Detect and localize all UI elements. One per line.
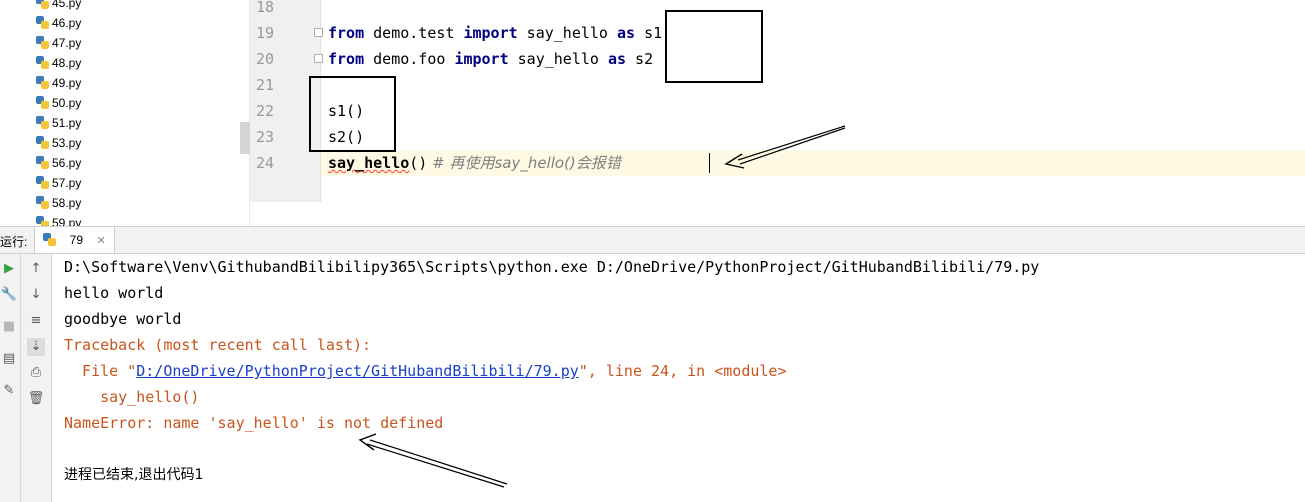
python-file-icon: [36, 136, 49, 149]
console-output-line: goodbye world: [64, 310, 182, 328]
python-file-icon: [36, 156, 49, 169]
tree-file[interactable]: 45.py: [36, 0, 81, 13]
line-number: 18: [256, 0, 275, 16]
line-number: 22: [256, 102, 275, 120]
tree-file[interactable]: 48.py: [36, 53, 81, 73]
scroll-to-end-icon[interactable]: ⇣: [27, 338, 45, 356]
run-tab[interactable]: 79 ✕: [34, 227, 115, 253]
python-file-icon: [43, 233, 56, 246]
line-number: 23: [256, 128, 275, 146]
process-exit-message: 进程已结束,退出代码1: [64, 467, 204, 483]
print-icon[interactable]: ⎙: [27, 364, 45, 382]
annotation-box: [309, 76, 396, 152]
code-line-20: from demo.foo import say_hello as s2: [328, 50, 654, 68]
tree-file[interactable]: 53.py: [36, 133, 81, 153]
run-console[interactable]: D:\Software\Venv\GithubandBilibilipy365\…: [52, 254, 1305, 502]
fold-marker-icon[interactable]: [314, 28, 323, 37]
scroll-marker: [240, 122, 250, 154]
traceback-code-line: say_hello(): [64, 388, 200, 406]
code-line-24: say_hello() # 再使用say_hello()会报错: [328, 154, 621, 172]
python-file-icon: [36, 116, 49, 129]
rerun-icon[interactable]: ▶: [0, 260, 18, 278]
run-tool-header: 运行: 79 ✕: [0, 226, 1305, 254]
line-number: 21: [256, 76, 275, 94]
tree-file[interactable]: 46.py: [36, 13, 81, 33]
python-file-icon: [36, 196, 49, 209]
line-number: 19: [256, 24, 275, 42]
code-editor[interactable]: 18 19 20 21 22 23 24 from demo.test impo…: [240, 0, 1305, 226]
tree-file[interactable]: 59.py: [36, 213, 81, 226]
annotation-box: [665, 10, 763, 83]
python-file-icon: [36, 96, 49, 109]
project-tree: 45.py 46.py 47.py 48.py 49.py 50.py 51.p…: [0, 0, 250, 226]
tree-file[interactable]: 58.py: [36, 193, 81, 213]
tree-file[interactable]: 56.py: [36, 153, 81, 173]
line-number: 24: [256, 154, 275, 172]
tree-file[interactable]: 47.py: [36, 33, 81, 53]
python-file-icon: [36, 216, 49, 226]
traceback-header: Traceback (most recent call last):: [64, 336, 372, 354]
trash-icon[interactable]: 🗑: [27, 390, 45, 408]
wrench-icon[interactable]: 🔧: [0, 286, 18, 304]
run-toolbar: ▶ 🔧 ■ ▤ ✎: [0, 254, 21, 502]
annotation-arrow: [358, 433, 508, 488]
console-command-line: D:\Software\Venv\GithubandBilibilipy365\…: [64, 258, 1040, 276]
unresolved-reference: say_hello: [328, 154, 410, 172]
python-file-icon: [36, 0, 49, 9]
python-file-icon: [36, 76, 49, 89]
python-file-icon: [36, 36, 49, 49]
stop-icon[interactable]: ■: [0, 318, 18, 336]
run-label: 运行:: [0, 235, 28, 249]
python-file-icon: [36, 56, 49, 69]
pin-icon[interactable]: ✎: [0, 382, 18, 400]
layout-icon[interactable]: ▤: [0, 350, 18, 368]
tree-file[interactable]: 57.py: [36, 173, 81, 193]
tree-file[interactable]: 50.py: [36, 93, 81, 113]
tree-file[interactable]: 49.py: [36, 73, 81, 93]
traceback-file-line: File "D:/OneDrive/PythonProject/GitHuban…: [64, 362, 787, 380]
run-tab-label: 79: [69, 233, 83, 247]
line-number: 20: [256, 50, 275, 68]
fold-marker-icon[interactable]: [314, 54, 323, 63]
python-file-icon: [36, 176, 49, 189]
python-file-icon: [36, 16, 49, 29]
code-comment: # 再使用say_hello()会报错: [427, 154, 621, 172]
soft-wrap-icon[interactable]: ≡: [27, 312, 45, 330]
annotation-arrow: [724, 125, 846, 169]
tree-file[interactable]: 51.py: [36, 113, 81, 133]
scroll-up-icon[interactable]: ↑: [27, 260, 45, 278]
code-line-19: from demo.test import say_hello as s1: [328, 24, 663, 42]
close-icon[interactable]: ✕: [97, 234, 106, 247]
traceback-file-link[interactable]: D:/OneDrive/PythonProject/GitHubandBilib…: [136, 362, 579, 380]
console-toolbar: ↑ ↓ ≡ ⇣ ⎙ 🗑: [21, 254, 52, 502]
scroll-down-icon[interactable]: ↓: [27, 286, 45, 304]
console-output-line: hello world: [64, 284, 164, 302]
